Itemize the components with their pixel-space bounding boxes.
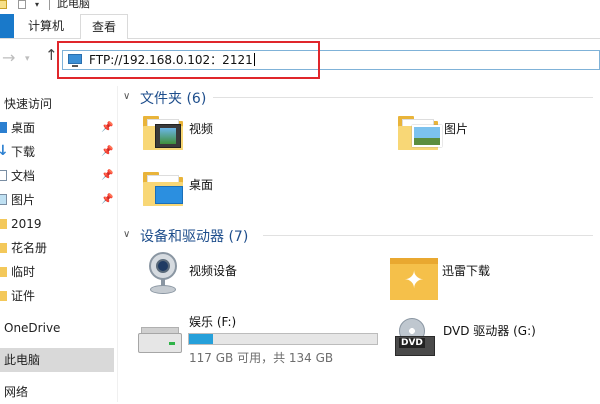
desktop-folder-icon bbox=[143, 172, 183, 206]
download-icon bbox=[0, 139, 9, 163]
pane-divider[interactable] bbox=[117, 86, 118, 402]
sidebar-item-label: 文档 bbox=[11, 169, 36, 183]
storage-usage-bar bbox=[188, 333, 378, 345]
sidebar-item-this-pc[interactable]: 此电脑 bbox=[0, 348, 114, 372]
picture-icon bbox=[0, 194, 7, 205]
section-rule bbox=[213, 97, 593, 98]
sidebar-item-label: 桌面 bbox=[11, 121, 36, 135]
webcam-icon bbox=[143, 252, 183, 296]
sidebar-quick-access[interactable]: 快速访问 bbox=[0, 92, 114, 116]
section-title: 设备和驱动器 (7) bbox=[140, 229, 249, 245]
storage-usage-fill bbox=[189, 334, 213, 344]
sidebar-item-label: 花名册 bbox=[11, 241, 48, 255]
tab-view[interactable]: 查看 bbox=[80, 14, 128, 39]
device-label: 娱乐 (F:) bbox=[189, 315, 237, 329]
sidebar-item-label: 网络 bbox=[4, 385, 29, 399]
ribbon: 计算机 查看 bbox=[0, 14, 600, 39]
sidebar-item-roster[interactable]: 花名册 bbox=[0, 236, 114, 260]
pin-icon: 📌 bbox=[101, 122, 114, 133]
section-title: 文件夹 (6) bbox=[140, 91, 207, 107]
tab-computer[interactable]: 计算机 bbox=[14, 14, 78, 38]
folder-label: 图片 bbox=[444, 122, 469, 136]
dvd-badge: DVD bbox=[399, 338, 425, 348]
sidebar-item-pictures[interactable]: 图片 📌 bbox=[0, 188, 114, 212]
properties-icon[interactable] bbox=[0, 0, 7, 9]
sidebar-item-desktop[interactable]: 桌面 📌 bbox=[0, 116, 114, 140]
sidebar-item-label: 此电脑 bbox=[4, 353, 41, 367]
folder-videos[interactable]: 视频 bbox=[143, 116, 383, 166]
drive-entertainment-f[interactable]: 娱乐 (F:) 117 GB 可用，共 134 GB bbox=[138, 313, 388, 365]
pictures-folder-icon bbox=[398, 116, 442, 150]
document-icon bbox=[0, 170, 7, 181]
sidebar-item-downloads[interactable]: 下载 📌 bbox=[0, 139, 114, 164]
device-label: DVD 驱动器 (G:) bbox=[443, 324, 536, 338]
folder-pictures[interactable]: 图片 bbox=[398, 116, 598, 166]
sidebar-item-label: 下载 bbox=[11, 145, 36, 159]
folders-section-header[interactable]: ∨ 文件夹 (6) bbox=[123, 88, 600, 108]
title-separator bbox=[49, 0, 50, 10]
folder-icon bbox=[0, 291, 7, 301]
devices-section-header[interactable]: ∨ 设备和驱动器 (7) bbox=[123, 226, 600, 246]
pin-icon: 📌 bbox=[101, 194, 114, 205]
storage-free-text: 117 GB 可用，共 134 GB bbox=[189, 351, 334, 365]
hard-drive-icon bbox=[138, 327, 182, 355]
sidebar-item-label: OneDrive bbox=[4, 321, 61, 335]
sidebar-item-onedrive[interactable]: OneDrive bbox=[0, 316, 114, 340]
section-rule bbox=[263, 235, 593, 236]
sidebar-item-label: 2019 bbox=[11, 217, 42, 231]
quick-access-dropdown-icon[interactable]: ▾ bbox=[35, 0, 39, 9]
sidebar-item-temp[interactable]: 临时 bbox=[0, 260, 114, 284]
device-xunlei-download[interactable]: ✦ 迅雷下载 bbox=[390, 252, 598, 302]
recent-locations-chevron-icon[interactable]: ▾ bbox=[25, 54, 30, 64]
up-arrow-icon[interactable]: ↑ bbox=[45, 46, 58, 64]
red-highlight-box bbox=[57, 41, 320, 79]
folder-icon bbox=[0, 267, 7, 277]
window-title: 此电脑 bbox=[57, 0, 90, 10]
collapse-chevron-icon[interactable]: ∨ bbox=[123, 91, 130, 102]
navigation-pane: 快速访问 桌面 📌 下载 📌 文档 📌 图片 📌 2019 花名册 临时 证件 … bbox=[0, 90, 117, 402]
folder-label: 桌面 bbox=[189, 178, 214, 192]
pin-icon: 📌 bbox=[101, 170, 114, 181]
device-label: 视频设备 bbox=[189, 264, 238, 278]
folder-desktop[interactable]: 桌面 bbox=[143, 172, 383, 222]
videos-folder-icon bbox=[143, 116, 183, 150]
title-bar: ▾ 此电脑 bbox=[0, 0, 600, 12]
drive-dvd-g[interactable]: DVD DVD 驱动器 (G:) bbox=[395, 318, 598, 368]
pin-icon: 📌 bbox=[101, 146, 114, 157]
device-video-capture[interactable]: 视频设备 bbox=[143, 252, 383, 302]
sidebar-item-certificates[interactable]: 证件 bbox=[0, 284, 114, 308]
sidebar-item-label: 图片 bbox=[11, 193, 36, 207]
device-label: 迅雷下载 bbox=[442, 264, 491, 278]
sidebar-item-network[interactable]: 网络 bbox=[0, 380, 114, 404]
desktop-icon bbox=[0, 122, 7, 133]
xunlei-folder-icon: ✦ bbox=[390, 252, 438, 300]
sidebar-item-2019[interactable]: 2019 bbox=[0, 212, 114, 236]
folder-icon bbox=[0, 243, 7, 253]
sidebar-item-label: 快速访问 bbox=[4, 97, 53, 111]
forward-arrow-icon[interactable]: → bbox=[2, 48, 15, 67]
sidebar-item-label: 临时 bbox=[11, 265, 36, 279]
sidebar-item-label: 证件 bbox=[11, 289, 36, 303]
collapse-chevron-icon[interactable]: ∨ bbox=[123, 229, 130, 240]
file-tab[interactable] bbox=[0, 14, 14, 38]
folder-label: 视频 bbox=[189, 122, 214, 136]
sidebar-item-documents[interactable]: 文档 📌 bbox=[0, 164, 114, 188]
new-folder-icon[interactable] bbox=[18, 0, 26, 9]
folder-icon bbox=[0, 219, 7, 229]
dvd-drive-icon: DVD bbox=[395, 318, 435, 358]
